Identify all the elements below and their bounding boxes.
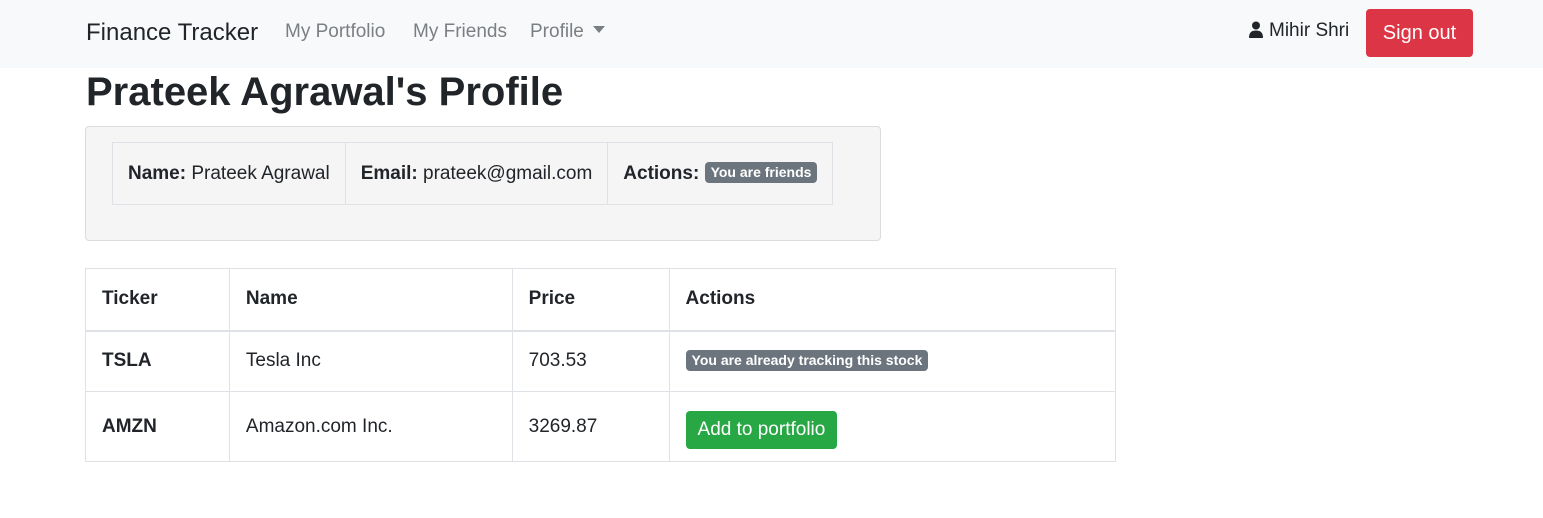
profile-actions-cell: Actions: You are friends — [607, 142, 834, 205]
actions-cell: You are already tracking this stock — [668, 330, 1117, 392]
table-header-row: Ticker Name Price Actions — [85, 268, 1117, 332]
add-to-portfolio-button[interactable]: Add to portfolio — [685, 410, 838, 449]
name-cell: Tesla Inc — [228, 330, 513, 392]
ticker-cell: AMZN — [85, 391, 230, 462]
user-icon — [1249, 21, 1263, 38]
sign-out-button[interactable]: Sign out — [1366, 9, 1473, 57]
current-user: Mihir Shri — [1249, 20, 1349, 42]
email-label: Email: — [360, 162, 418, 184]
price-cell: 703.53 — [511, 330, 670, 392]
price-cell: 3269.87 — [511, 391, 670, 462]
table-row: AMZN Amazon.com Inc. 3269.87 Add to port… — [85, 391, 1117, 462]
chevron-down-icon — [592, 26, 605, 33]
profile-email-cell: Email: prateek@gmail.com — [344, 142, 609, 205]
name-cell: Amazon.com Inc. — [228, 391, 513, 462]
ticker-cell: TSLA — [85, 330, 230, 392]
actions-cell: Add to portfolio — [668, 391, 1117, 462]
profile-info-table: Name: Prateek Agrawal Email: prateek@gma… — [112, 142, 834, 205]
profile-name-cell: Name: Prateek Agrawal — [112, 142, 346, 205]
name-label: Name: — [128, 162, 187, 184]
user-name: Mihir Shri — [1269, 20, 1350, 41]
already-tracking-badge: You are already tracking this stock — [685, 349, 929, 371]
header-actions: Actions — [668, 268, 1117, 332]
friends-badge: You are friends — [704, 162, 818, 183]
stocks-table: Ticker Name Price Actions TSLA Tesla Inc… — [85, 268, 1117, 462]
header-name: Name — [228, 268, 513, 332]
nav-profile-label: Profile — [530, 21, 584, 42]
table-row: TSLA Tesla Inc 703.53 You are already tr… — [85, 330, 1117, 392]
name-value: Prateek Agrawal — [191, 162, 330, 184]
nav-my-friends[interactable]: My Friends — [413, 21, 507, 43]
page-title: Prateek Agrawal's Profile — [86, 70, 564, 114]
header-price: Price — [511, 268, 670, 332]
header-ticker: Ticker — [85, 268, 230, 332]
brand-link[interactable]: Finance Tracker — [86, 19, 258, 47]
nav-my-portfolio[interactable]: My Portfolio — [285, 21, 385, 43]
navbar: Finance Tracker My Portfolio My Friends … — [0, 0, 1543, 68]
profile-card: Name: Prateek Agrawal Email: prateek@gma… — [85, 126, 881, 241]
nav-profile-dropdown[interactable]: Profile — [530, 21, 605, 43]
email-value: prateek@gmail.com — [423, 162, 593, 184]
actions-label: Actions: — [623, 163, 700, 184]
